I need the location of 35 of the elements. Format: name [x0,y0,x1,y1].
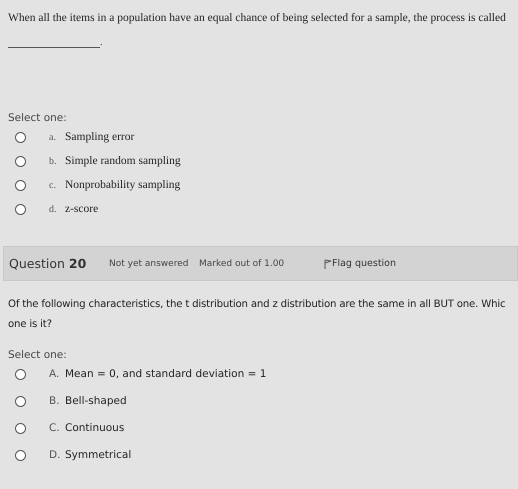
option-label: Simple random sampling [65,155,181,167]
option-letter: b. [49,156,58,166]
question-text: When all the items in a population have an equal chance of being selected for a sample, the process is called [8,12,507,24]
option-label: Continuous [65,422,124,434]
radio-button[interactable] [15,450,26,460]
status-text: Not yet answered [109,258,190,268]
option-label: Sampling error [65,131,134,143]
option-letter: d. [49,204,58,214]
option-letter: D. [49,449,62,461]
flag-question-link[interactable]: Flag question [332,258,396,269]
radio-button[interactable] [15,180,26,190]
option-letter: A. [49,368,60,380]
option-label: z-score [65,203,98,215]
radio-button[interactable] [15,156,26,166]
option-label: Symmetrical [65,449,132,461]
select-one-label: Select one: [8,112,68,124]
radio-button[interactable] [15,368,26,380]
option-letter: c. [49,180,57,190]
question-text: one is it? [8,318,52,332]
option-label: Nonprobability sampling [65,179,180,191]
marks-text: Marked out of 1.00 [199,258,286,268]
radio-button[interactable] [15,396,26,406]
flag-icon [324,258,332,268]
option-letter: a. [49,132,57,142]
period-text: . [100,37,102,48]
select-one-label: Select one: [8,349,68,361]
question-text: Of the following characteristics, the t distribution and z distribution are the same in all BUT one. Whic [8,298,506,312]
radio-button[interactable] [15,204,26,214]
radio-button[interactable] [15,422,26,434]
option-label: Mean = 0, and standard deviation = 1 [65,368,266,380]
option-label: Bell-shaped [65,395,127,407]
option-letter: B. [49,395,61,407]
question-number: Question 20 [9,256,88,271]
radio-button[interactable] [15,132,26,142]
option-letter: C. [49,422,61,434]
